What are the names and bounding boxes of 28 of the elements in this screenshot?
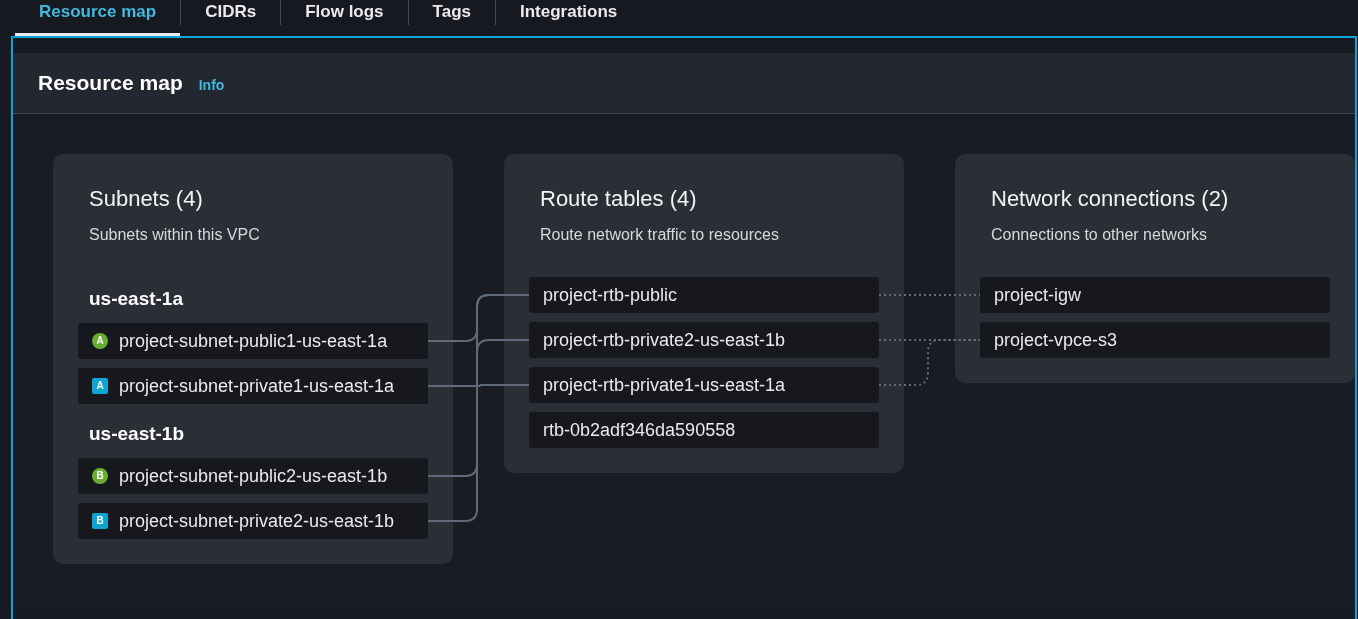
tab[interactable]: Tags: [408, 0, 495, 36]
route-table-item[interactable]: project-rtb-private1-us-east-1a: [529, 367, 879, 403]
route-table-item[interactable]: rtb-0b2adf346da590558: [529, 412, 879, 448]
card-description: Subnets within this VPC: [89, 225, 261, 245]
info-link[interactable]: Info: [198, 76, 225, 94]
letter-badge: B: [92, 513, 108, 529]
subnet-item[interactable]: A project-subnet-private1-us-east-1a: [78, 368, 428, 404]
tab[interactable]: CIDRs: [181, 0, 281, 36]
card-title: Subnets (4): [89, 186, 204, 212]
subnet-item[interactable]: B project-subnet-private2-us-east-1b: [78, 503, 428, 539]
letter-badge: B: [92, 468, 108, 484]
card-description: Connections to other networks: [991, 225, 1209, 245]
letter-badge: A: [92, 333, 108, 349]
route-table-item[interactable]: project-rtb-public: [529, 277, 879, 313]
tab[interactable]: Integrations: [496, 0, 642, 36]
zone-label: us-east-1b: [89, 422, 186, 446]
network-connection-item[interactable]: project-vpce-s3: [980, 322, 1330, 358]
card-description: Route network traffic to resources: [540, 225, 780, 245]
subnet-item[interactable]: A project-subnet-public1-us-east-1a: [78, 323, 428, 359]
letter-badge: A: [92, 378, 108, 394]
page-title: Resource map: [38, 70, 183, 96]
subnet-item[interactable]: B project-subnet-public2-us-east-1b: [78, 458, 428, 494]
network-connection-item[interactable]: project-igw: [980, 277, 1330, 313]
card-title: Network connections (2): [991, 186, 1230, 212]
card-title: Route tables (4): [540, 186, 698, 212]
tab[interactable]: Flow logs: [281, 0, 408, 36]
route-table-item[interactable]: project-rtb-private2-us-east-1b: [529, 322, 879, 358]
zone-label: us-east-1a: [89, 287, 184, 311]
